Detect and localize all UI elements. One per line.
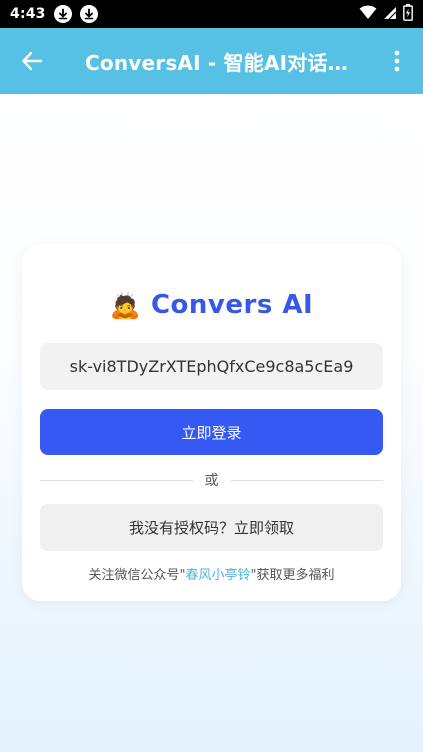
content-area: 🙇 Convers AI 立即登录 或 我没有授权码？立即领取 关注微信公众号"… bbox=[0, 94, 423, 752]
back-button[interactable] bbox=[0, 28, 64, 94]
divider-line bbox=[40, 479, 193, 481]
auth-code-input[interactable] bbox=[40, 343, 383, 390]
get-auth-code-button[interactable]: 我没有授权码？立即领取 bbox=[40, 504, 383, 551]
person-bowing-icon: 🙇 bbox=[109, 290, 141, 320]
download-icon bbox=[53, 5, 72, 23]
wechat-account-link[interactable]: 春风小亭铃 bbox=[185, 568, 250, 583]
divider-line bbox=[230, 479, 383, 481]
download-icon bbox=[79, 5, 98, 23]
more-options-button[interactable] bbox=[371, 28, 423, 94]
app-bar: ConversAI - 智能AI对话助手 bbox=[0, 28, 423, 94]
wechat-note-prefix: 关注微信公众号" bbox=[88, 568, 186, 583]
battery-charging-icon bbox=[403, 3, 413, 25]
more-vertical-icon bbox=[394, 50, 400, 72]
wechat-note-suffix: "获取更多福利 bbox=[250, 568, 335, 583]
divider: 或 bbox=[40, 468, 383, 492]
brand-name: Convers AI bbox=[150, 290, 314, 320]
status-bar: 4:43 bbox=[0, 0, 423, 28]
wechat-note: 关注微信公众号"春风小亭铃"获取更多福利 bbox=[22, 564, 401, 584]
divider-label: 或 bbox=[204, 473, 219, 489]
signal-icon bbox=[383, 5, 397, 24]
arrow-left-icon bbox=[22, 51, 43, 71]
page-title: ConversAI - 智能AI对话助手 bbox=[85, 50, 369, 75]
wifi-icon bbox=[359, 5, 377, 24]
status-time: 4:43 bbox=[10, 6, 46, 22]
login-button[interactable]: 立即登录 bbox=[40, 409, 383, 455]
brand-header: 🙇 Convers AI bbox=[22, 284, 401, 326]
login-card: 🙇 Convers AI 立即登录 或 我没有授权码？立即领取 关注微信公众号"… bbox=[22, 244, 401, 601]
